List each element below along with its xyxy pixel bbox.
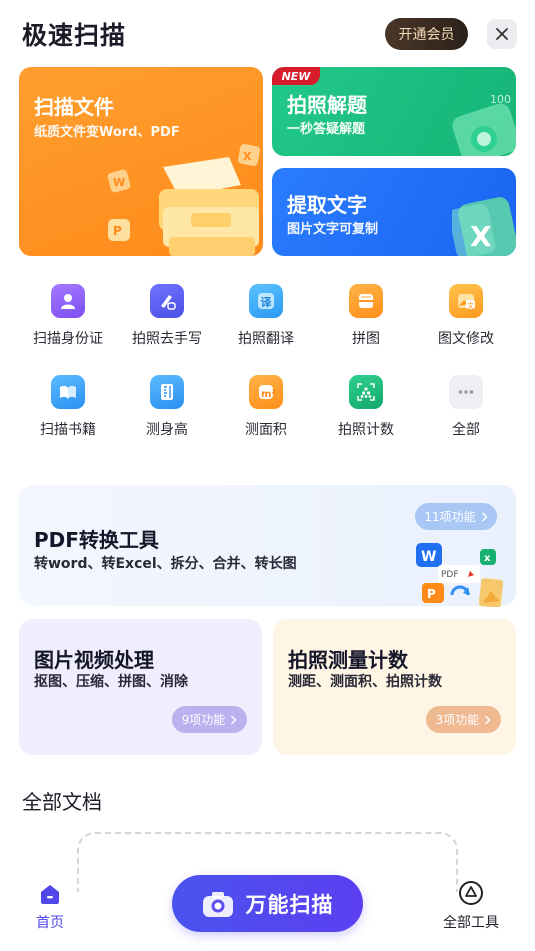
- nav-home-label: 首页: [36, 915, 64, 931]
- measure-feature-count-button[interactable]: 3项功能: [426, 706, 501, 733]
- tool-label: 测身高: [146, 422, 188, 438]
- tool-label: 拍照翻译: [238, 331, 294, 347]
- svg-text:X: X: [243, 150, 252, 163]
- excel-illustration-icon: X: [452, 197, 516, 256]
- tool-all[interactable]: 全部: [416, 375, 516, 445]
- svg-text:W: W: [421, 549, 436, 565]
- tool-photo-count[interactable]: 拍照计数: [316, 375, 416, 445]
- photo-measure-title: 拍照测量计数: [288, 648, 408, 672]
- scan-file-card[interactable]: 扫描文件 纸质文件变Word、PDF W P X: [19, 67, 263, 256]
- image-video-card[interactable]: 图片视频处理 抠图、压缩、拼图、消除: [19, 619, 262, 755]
- all-documents-heading: 全部文档: [22, 790, 102, 814]
- tool-remove-handwriting[interactable]: 拍照去手写: [117, 284, 217, 354]
- nav-home[interactable]: 首页: [20, 878, 80, 938]
- photo-solve-title: 拍照解题: [287, 93, 367, 117]
- media-feature-count-button[interactable]: 9项功能: [172, 706, 247, 733]
- book-icon: [51, 375, 85, 409]
- tool-measure-area[interactable]: m² 测面积: [216, 375, 316, 445]
- id-card-icon: [51, 284, 85, 318]
- tool-photo-translate[interactable]: 译 拍照翻译: [216, 284, 316, 354]
- tool-label: 测面积: [245, 422, 287, 438]
- chevron-right-icon: [485, 714, 491, 725]
- svg-text:W: W: [113, 176, 125, 189]
- home-icon: [41, 885, 59, 904]
- camera-icon: [202, 891, 233, 917]
- scan-file-title: 扫描文件: [34, 95, 114, 119]
- more-dots-icon: [449, 375, 483, 409]
- nav-all-tools-label: 全部工具: [443, 915, 499, 931]
- scanner-illustration-icon: W P X: [107, 144, 260, 256]
- svg-text:P: P: [427, 587, 436, 601]
- camera-illustration-icon: 100: [452, 93, 516, 156]
- tool-scan-book[interactable]: 扫描书籍: [18, 375, 118, 445]
- extract-text-card[interactable]: 提取文字 图片文字可复制 X: [272, 168, 516, 256]
- svg-text:P: P: [113, 224, 122, 238]
- tool-label: 图文修改: [438, 331, 494, 347]
- close-button[interactable]: [487, 19, 517, 49]
- image-video-title: 图片视频处理: [34, 648, 154, 672]
- tool-image-text-edit[interactable]: 文 图文修改: [416, 284, 516, 354]
- tool-measure-height[interactable]: 测身高: [117, 375, 217, 445]
- svg-text:X: X: [470, 220, 492, 253]
- photo-measure-subtitle: 测距、测面积、拍照计数: [288, 674, 442, 690]
- tool-label: 拍照去手写: [132, 331, 202, 347]
- extract-text-subtitle: 图片文字可复制: [287, 222, 379, 237]
- eraser-pen-icon: [150, 284, 184, 318]
- vip-button[interactable]: 开通会员: [385, 18, 468, 50]
- top-bar: 极速扫描 开通会员: [0, 0, 535, 66]
- image-text-edit-icon: 文: [449, 284, 483, 318]
- tool-label: 扫描身份证: [33, 331, 103, 347]
- count-dots-icon: [349, 375, 383, 409]
- new-badge: NEW: [272, 67, 320, 85]
- pdf-convert-subtitle: 转word、转Excel、拆分、合并、转长图: [34, 556, 297, 572]
- svg-text:文: 文: [467, 301, 474, 310]
- tool-label: 全部: [452, 422, 480, 438]
- close-icon: [496, 28, 508, 40]
- tool-label: 拍照计数: [338, 422, 394, 438]
- universal-scan-button[interactable]: 万能扫描: [172, 875, 363, 932]
- chevron-right-icon: [481, 511, 488, 522]
- translate-icon: 译: [249, 284, 283, 318]
- height-ruler-icon: [150, 375, 184, 409]
- universal-scan-label: 万能扫描: [245, 892, 334, 917]
- photo-measure-card[interactable]: 拍照测量计数 测距、测面积、拍照计数: [273, 619, 516, 755]
- pdf-label: PDF: [441, 570, 459, 580]
- image-video-subtitle: 抠图、压缩、拼图、消除: [34, 674, 188, 690]
- tools-shutter-icon: [459, 881, 483, 905]
- svg-text:译: 译: [261, 296, 273, 309]
- tool-label: 拼图: [352, 331, 380, 347]
- tool-collage[interactable]: 拼图: [316, 284, 416, 354]
- tool-scan-id-card[interactable]: 扫描身份证: [18, 284, 118, 354]
- pdf-convert-title: PDF转换工具: [34, 528, 159, 552]
- svg-text:x: x: [484, 553, 491, 564]
- tool-label: 扫描书籍: [40, 422, 96, 438]
- pdf-feature-count: 11项功能: [424, 510, 476, 524]
- collage-icon: [349, 284, 383, 318]
- svg-text:m²: m²: [261, 389, 276, 400]
- svg-text:100: 100: [490, 93, 511, 106]
- file-formats-illustration-icon: W x PDF P: [416, 543, 504, 607]
- measure-feature-count: 3项功能: [435, 713, 480, 727]
- nav-all-tools[interactable]: 全部工具: [436, 878, 506, 938]
- area-measure-icon: m²: [249, 375, 283, 409]
- extract-text-title: 提取文字: [287, 193, 367, 217]
- app-title: 极速扫描: [22, 21, 127, 50]
- pdf-feature-count-button[interactable]: 11项功能: [415, 503, 497, 530]
- photo-solve-subtitle: 一秒答疑解题: [287, 122, 366, 137]
- chevron-right-icon: [231, 714, 237, 725]
- media-feature-count: 9项功能: [181, 713, 226, 727]
